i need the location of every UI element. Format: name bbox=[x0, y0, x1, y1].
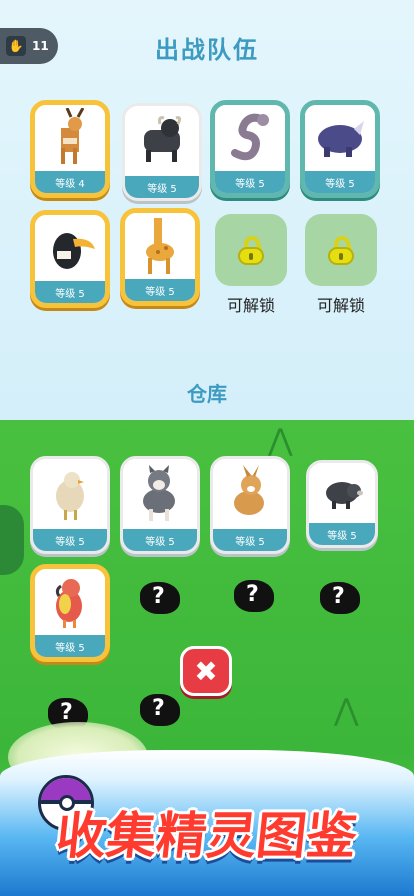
warehouse-card-husky[interactable]: 等级 5 bbox=[120, 456, 200, 554]
team-card-rhino[interactable]: 等级 5 bbox=[300, 100, 380, 198]
boar-icon bbox=[309, 463, 375, 523]
unlock-label: 可解锁 bbox=[226, 296, 275, 315]
team-card-buffalo[interactable]: 等级 5 bbox=[122, 103, 202, 201]
locked-slot[interactable] bbox=[215, 214, 287, 286]
card-level: 等级 4 bbox=[35, 171, 105, 193]
unlock-label: 可解锁 bbox=[316, 296, 365, 315]
warehouse-card-parrot[interactable]: 等级 5 bbox=[30, 564, 110, 662]
rabbit-icon bbox=[213, 459, 287, 529]
unknown-animal-silhouette: ? bbox=[234, 580, 274, 612]
team-title: 出战队伍 bbox=[155, 36, 259, 64]
snake-icon bbox=[215, 105, 285, 171]
unknown-animal-silhouette: ? bbox=[320, 582, 360, 614]
warehouse-title: 仓库 bbox=[187, 382, 227, 406]
unknown-animal-silhouette: ? bbox=[140, 694, 180, 726]
unlock-icon bbox=[238, 233, 264, 265]
giraffe-icon bbox=[125, 213, 195, 279]
question-mark: ? bbox=[152, 696, 165, 721]
card-level: 等级 5 bbox=[309, 523, 375, 545]
buffalo-icon bbox=[125, 106, 199, 176]
team-card-deer[interactable]: 等级 4 bbox=[30, 100, 110, 198]
card-level: 等级 5 bbox=[35, 281, 105, 303]
card-level: 等级 5 bbox=[123, 529, 197, 551]
team-card-snake[interactable]: 等级 5 bbox=[210, 100, 290, 198]
team-card-giraffe[interactable]: 等级 5 bbox=[120, 208, 200, 306]
warehouse-card-chicken[interactable]: 等级 5 bbox=[30, 456, 110, 554]
team-card-toucan[interactable]: 等级 5 bbox=[30, 210, 110, 308]
chicken-icon bbox=[33, 459, 107, 529]
card-level: 等级 5 bbox=[125, 176, 199, 198]
card-level: 等级 5 bbox=[215, 171, 285, 193]
card-level: 等级 5 bbox=[125, 279, 195, 301]
locked-slot[interactable] bbox=[305, 214, 377, 286]
unknown-animal-silhouette: ? bbox=[140, 582, 180, 614]
grass-tuft: ⋀ bbox=[268, 423, 293, 458]
husky-icon bbox=[123, 459, 197, 529]
promo-slogan: 收集精灵图鉴 bbox=[53, 807, 360, 865]
question-mark: ? bbox=[152, 584, 165, 609]
card-level: 等级 5 bbox=[213, 529, 287, 551]
warehouse-card-boar[interactable]: 等级 5 bbox=[306, 460, 378, 548]
toucan-icon bbox=[35, 215, 105, 281]
card-level: 等级 5 bbox=[305, 171, 375, 193]
question-mark: ? bbox=[246, 582, 259, 607]
close-button[interactable]: ✖ bbox=[180, 646, 232, 696]
rhino-icon bbox=[305, 105, 375, 171]
unlock-icon bbox=[328, 233, 354, 265]
bush bbox=[0, 505, 24, 575]
grass-tuft: ⋀ bbox=[334, 693, 359, 728]
parrot-icon bbox=[35, 569, 105, 635]
deer-icon bbox=[35, 105, 105, 171]
warehouse-card-rabbit[interactable]: 等级 5 bbox=[210, 456, 290, 554]
card-level: 等级 5 bbox=[33, 529, 107, 551]
question-mark: ? bbox=[332, 584, 345, 609]
card-level: 等级 5 bbox=[35, 635, 105, 657]
